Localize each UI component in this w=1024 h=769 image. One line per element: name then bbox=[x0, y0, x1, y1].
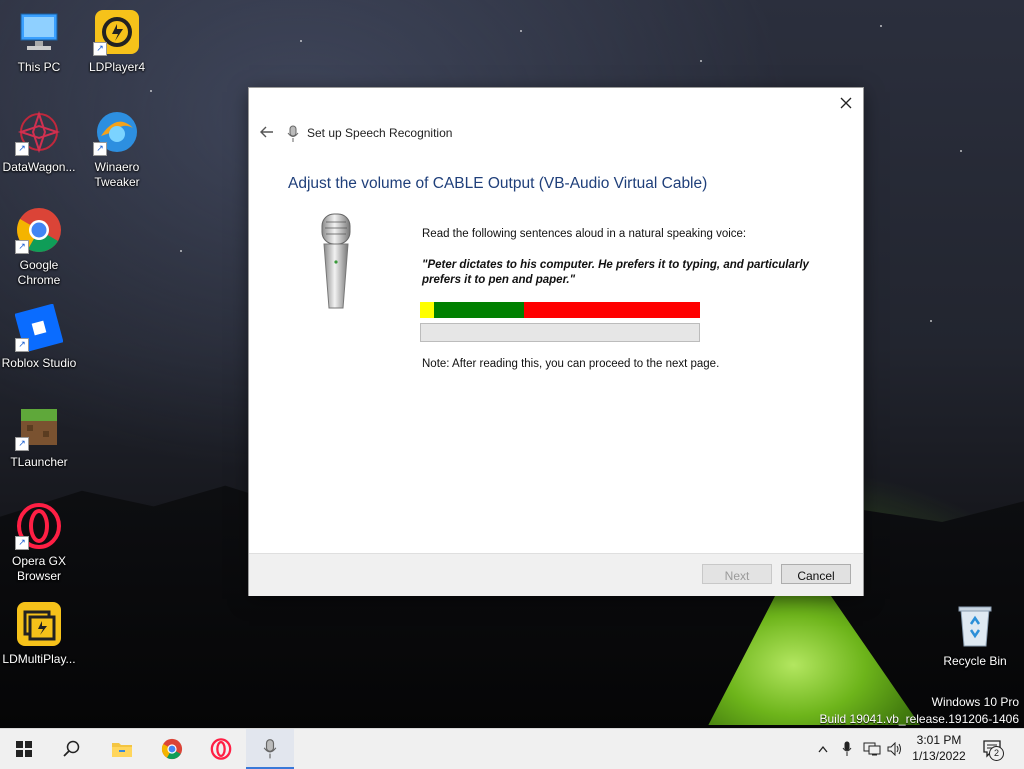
show-hidden-icons-button[interactable] bbox=[814, 729, 832, 769]
speech-recognition-dialog: Set up Speech Recognition Adjust the vol… bbox=[249, 88, 863, 596]
shortcut-arrow-icon: ↗ bbox=[15, 142, 29, 156]
ldplayer-icon: ↗ bbox=[93, 8, 141, 56]
desktop-icon-label: Opera GX Browser bbox=[11, 554, 67, 583]
desktop-icon-label: LDPlayer4 bbox=[88, 60, 146, 74]
next-button[interactable]: Next bbox=[702, 564, 772, 584]
tray-microphone[interactable] bbox=[838, 729, 856, 769]
cancel-button[interactable]: Cancel bbox=[781, 564, 851, 584]
star bbox=[700, 60, 702, 62]
speech-recognition-icon bbox=[263, 739, 277, 759]
back-button[interactable] bbox=[257, 124, 277, 144]
clock-date: 1/13/2022 bbox=[912, 749, 966, 763]
desktop-icon-label: Recycle Bin bbox=[943, 654, 1007, 668]
file-explorer-icon bbox=[112, 743, 132, 757]
windows-start-icon bbox=[16, 741, 32, 757]
desktop-icon-roblox-studio[interactable]: ↗ Roblox Studio bbox=[0, 303, 78, 371]
shortcut-arrow-icon: ↗ bbox=[15, 338, 29, 352]
windows-edition-watermark: Windows 10 Pro bbox=[931, 695, 1019, 709]
volume-meter-low-zone bbox=[420, 302, 434, 318]
close-button[interactable] bbox=[835, 92, 857, 114]
desktop-icon-ldmultiplayer[interactable]: LDMultiPlay... bbox=[0, 600, 78, 667]
shortcut-arrow-icon: ↗ bbox=[15, 536, 29, 550]
start-button[interactable] bbox=[0, 729, 48, 769]
note-text: Note: After reading this, you can procee… bbox=[422, 358, 720, 370]
desktop-icon-label: TLauncher bbox=[10, 455, 68, 469]
volume-meter bbox=[420, 302, 700, 318]
microphone-illustration-icon bbox=[319, 212, 353, 310]
instruction-text: Read the following sentences aloud in a … bbox=[422, 228, 747, 240]
network-icon bbox=[863, 742, 881, 756]
desktop-icon-opera-gx[interactable]: ↗ Opera GX Browser bbox=[0, 502, 78, 584]
taskbar-search-button[interactable] bbox=[48, 729, 96, 769]
roblox-studio-icon: ↗ bbox=[14, 303, 64, 353]
monitor-icon bbox=[15, 8, 63, 56]
desktop-icon-datawagon[interactable]: ↗ DataWagon... bbox=[0, 108, 78, 175]
page-heading: Adjust the volume of CABLE Output (VB-Au… bbox=[288, 175, 708, 192]
star bbox=[180, 250, 182, 252]
search-icon bbox=[63, 740, 80, 757]
desktop-icon-label: Roblox Studio bbox=[1, 356, 77, 370]
back-arrow-icon bbox=[260, 126, 273, 138]
opera-icon bbox=[210, 738, 232, 760]
windows-build-watermark: Build 19041.vb_release.191206-1406 bbox=[819, 712, 1020, 726]
action-center-button[interactable]: 2 bbox=[980, 729, 1006, 769]
star bbox=[930, 320, 932, 322]
chrome-icon: ↗ bbox=[15, 206, 63, 254]
star bbox=[300, 40, 302, 42]
shortcut-arrow-icon: ↗ bbox=[93, 142, 107, 156]
star bbox=[150, 90, 152, 92]
desktop-icon-tlauncher[interactable]: ↗ TLauncher bbox=[0, 403, 78, 470]
volume-meter-good-zone bbox=[434, 302, 524, 318]
taskbar-clock[interactable]: 3:01 PM 1/13/2022 bbox=[900, 732, 978, 764]
desktop-icon-winaero-tweaker[interactable]: ↗ Winaero Tweaker bbox=[78, 108, 156, 190]
shortcut-arrow-icon: ↗ bbox=[15, 437, 29, 451]
desktop-icon-label: Winaero Tweaker bbox=[94, 160, 140, 189]
desktop-icon-label: This PC bbox=[17, 60, 61, 74]
desktop-icon-this-pc[interactable]: This PC bbox=[0, 8, 78, 75]
desktop-icon-label: Google Chrome bbox=[17, 258, 61, 287]
opera-gx-icon: ↗ bbox=[15, 502, 63, 550]
star bbox=[520, 30, 522, 32]
datawagon-icon: ↗ bbox=[15, 108, 63, 156]
taskbar-opera-gx[interactable] bbox=[197, 729, 245, 769]
recycle-bin-icon bbox=[951, 602, 999, 650]
taskbar-chrome[interactable] bbox=[148, 729, 196, 769]
desktop-icon-label: LDMultiPlay... bbox=[2, 652, 76, 666]
tray-network[interactable] bbox=[861, 729, 883, 769]
taskbar-file-explorer[interactable] bbox=[98, 729, 146, 769]
desktop-icon-label: DataWagon... bbox=[2, 160, 76, 174]
reading-progress-bar bbox=[420, 323, 700, 342]
winaero-icon: ↗ bbox=[93, 108, 141, 156]
shortcut-arrow-icon: ↗ bbox=[15, 240, 29, 254]
close-icon bbox=[840, 97, 852, 109]
microphone-tray-icon bbox=[842, 741, 852, 756]
dialog-title: Set up Speech Recognition bbox=[307, 126, 453, 140]
desktop-icon-recycle-bin[interactable]: Recycle Bin bbox=[936, 602, 1014, 669]
shortcut-arrow-icon: ↗ bbox=[93, 42, 107, 56]
tlauncher-icon: ↗ bbox=[15, 403, 63, 451]
star bbox=[880, 25, 882, 27]
star bbox=[960, 150, 962, 152]
notification-count-badge: 2 bbox=[989, 746, 1004, 761]
volume-meter-high-zone bbox=[523, 302, 700, 318]
clock-time: 3:01 PM bbox=[916, 733, 962, 747]
taskbar-speech-recognition[interactable] bbox=[246, 729, 294, 769]
desktop-icon-google-chrome[interactable]: ↗ Google Chrome bbox=[0, 206, 78, 288]
ldmultiplayer-icon bbox=[15, 600, 63, 648]
desktop-icon-ldplayer4[interactable]: ↗ LDPlayer4 bbox=[78, 8, 156, 75]
dictation-sentence: "Peter dictates to his computer. He pref… bbox=[422, 259, 809, 286]
chevron-up-icon bbox=[818, 745, 828, 753]
taskbar: 3:01 PM 1/13/2022 2 bbox=[0, 728, 1024, 769]
microphone-icon bbox=[287, 125, 299, 143]
chrome-icon bbox=[161, 738, 183, 760]
dialog-footer: Next Cancel bbox=[249, 553, 863, 596]
